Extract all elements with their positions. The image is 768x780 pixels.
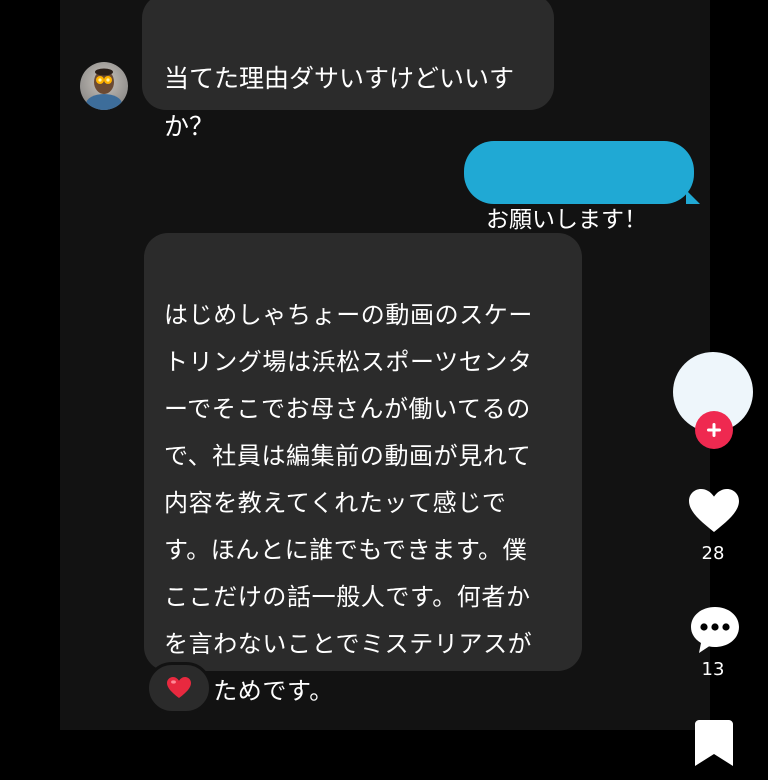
comment-button[interactable] [688, 604, 742, 656]
message-text: はじめしゃちょーの動画のスケー トリング場は浜松スポーツセンタ ーでそこでお母さ… [164, 301, 533, 705]
heart-icon [689, 489, 739, 532]
comment-icon [691, 607, 739, 653]
follow-button[interactable] [695, 411, 733, 449]
received-message-bubble[interactable]: はじめしゃちょーの動画のスケー トリング場は浜松スポーツセンタ ーでそこでお母さ… [144, 233, 582, 705]
like-count: 28 [701, 543, 725, 564]
sent-message-bubble[interactable]: お願いします！ [464, 141, 700, 233]
bookmark-icon [695, 720, 733, 766]
bookmark-button[interactable] [694, 720, 734, 780]
bubble-tail-icon [686, 190, 700, 204]
plus-icon [707, 423, 721, 437]
comment-count: 13 [701, 659, 725, 680]
received-message-bubble[interactable]: 当てた理由ダサいすけどいいす か？ [142, 0, 554, 141]
sender-avatar[interactable] [80, 62, 128, 110]
message-reaction[interactable] [146, 662, 212, 714]
avatar-icon [80, 62, 128, 110]
like-button[interactable] [687, 486, 741, 536]
heart-emoji-icon [167, 677, 191, 698]
message-text: お願いします！ [486, 207, 647, 233]
